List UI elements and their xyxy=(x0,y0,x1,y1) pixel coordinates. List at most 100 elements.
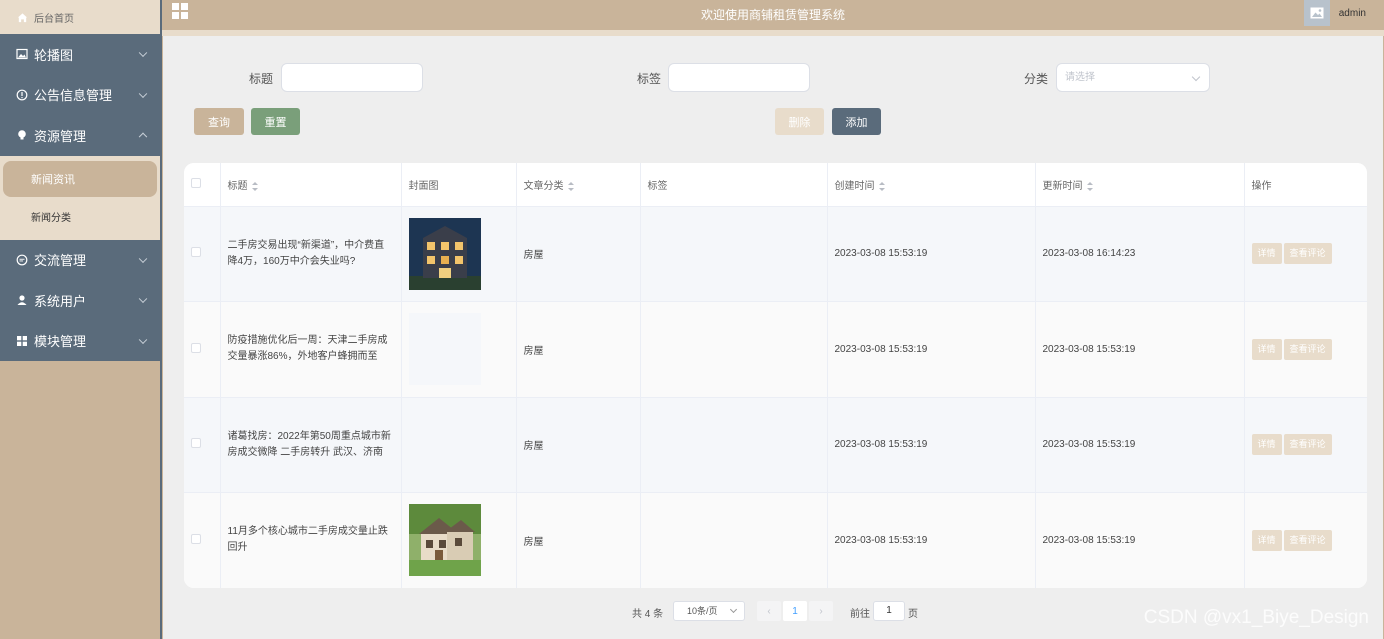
detail-button[interactable]: 详情 xyxy=(1251,434,1282,456)
row-cover xyxy=(401,397,517,493)
add-button[interactable]: 添加 xyxy=(832,108,881,135)
view-comments-button[interactable]: 查看评论 xyxy=(1283,529,1332,551)
next-page-button[interactable]: › xyxy=(809,601,833,621)
sidebar-item-notice[interactable]: 公告信息管理 xyxy=(0,75,160,116)
sidebar-item-news[interactable]: 新闻资讯 xyxy=(3,160,157,197)
row-actions: 详情 查看评论 xyxy=(1244,492,1367,588)
sidebar-item-label: 资源管理 xyxy=(34,128,87,144)
avatar[interactable] xyxy=(1304,0,1330,26)
row-title: 诸葛找房：2022年第50周重点城市新房成交微降 二手房转升 武汉、济南 xyxy=(220,397,402,493)
row-updated: 2023-03-08 15:53:19 xyxy=(1035,397,1245,493)
row-created: 2023-03-08 15:53:19 xyxy=(827,397,1036,493)
row-title: 防疫措施优化后一周：天津二手房成交量暴涨86%，外地客户蜂拥而至 xyxy=(220,301,402,398)
table-header: 标题 封面图 文章分类 标签 创建时间 更新时间 操作 xyxy=(184,163,1367,207)
sidebar-footer xyxy=(0,361,160,639)
main-content: 标题 标签 分类 请选择 查询 重置 删除 添加 标题 封面图 文章分类 标签 xyxy=(163,36,1383,639)
sidebar-item-label: 新闻分类 xyxy=(31,213,71,224)
detail-button[interactable]: 详情 xyxy=(1251,529,1282,551)
row-tag xyxy=(640,301,828,398)
row-checkbox[interactable] xyxy=(184,301,221,398)
sidebar-item-carousel[interactable]: 轮播图 xyxy=(0,34,160,75)
sidebar-item-label: 轮播图 xyxy=(34,47,74,63)
header-checkbox[interactable] xyxy=(184,163,221,207)
sidebar-submenu: 新闻资讯 新闻分类 xyxy=(0,155,160,240)
sidebar-menu-lower: 交流管理 系统用户 模块管理 xyxy=(0,239,160,362)
view-comments-button[interactable]: 查看评论 xyxy=(1283,338,1332,360)
goto-page-input[interactable]: 1 xyxy=(873,601,905,621)
sort-icon[interactable] xyxy=(878,181,885,191)
table-row: 防疫措施优化后一周：天津二手房成交量暴涨86%，外地客户蜂拥而至 房屋 2023… xyxy=(184,301,1367,398)
chevron-down-icon xyxy=(138,254,148,263)
delete-button[interactable]: 删除 xyxy=(775,108,824,135)
header-updated[interactable]: 更新时间 xyxy=(1035,163,1245,207)
row-created: 2023-03-08 15:53:19 xyxy=(827,492,1036,588)
row-tag xyxy=(640,206,828,302)
row-category: 房屋 xyxy=(516,206,641,302)
sidebar-item-label: 模块管理 xyxy=(34,334,87,350)
image-icon xyxy=(16,48,28,60)
row-updated: 2023-03-08 16:14:23 xyxy=(1035,206,1245,302)
reset-button[interactable]: 重置 xyxy=(251,108,300,135)
detail-button[interactable]: 详情 xyxy=(1251,243,1282,265)
view-comments-button[interactable]: 查看评论 xyxy=(1283,243,1332,265)
page-size-select[interactable]: 10条/页 xyxy=(673,601,745,621)
tag-label: 标签 xyxy=(637,72,662,86)
category-placeholder: 请选择 xyxy=(1065,72,1095,83)
row-actions: 详情 查看评论 xyxy=(1244,397,1367,493)
search-form: 标题 标签 分类 请选择 xyxy=(163,63,1383,93)
watermark: CSDN @vx1_Biye_Design xyxy=(1143,607,1369,628)
prev-page-button[interactable]: ‹ xyxy=(757,601,781,621)
sort-icon[interactable] xyxy=(567,181,574,191)
sort-icon[interactable] xyxy=(1086,181,1093,191)
table-row: 诸葛找房：2022年第50周重点城市新房成交微降 二手房转升 武汉、济南 房屋 … xyxy=(184,397,1367,493)
sidebar-item-label: 系统用户 xyxy=(34,293,87,309)
sidebar: 后台首页 轮播图 公告信息管理 资源管理 新闻资讯 新闻分类 交流管理 系统用户… xyxy=(0,0,162,639)
info-icon xyxy=(16,89,28,101)
sidebar-item-resource[interactable]: 资源管理 xyxy=(0,115,160,156)
row-tag xyxy=(640,397,828,493)
view-comments-button[interactable]: 查看评论 xyxy=(1283,434,1332,456)
row-checkbox[interactable] xyxy=(184,492,221,588)
goto-label: 前往 xyxy=(850,609,870,620)
query-button[interactable]: 查询 xyxy=(194,108,244,135)
page-title: 欢迎使用商铺租赁管理系统 xyxy=(700,8,845,22)
sidebar-item-news-category[interactable]: 新闻分类 xyxy=(3,198,157,235)
pagination-total: 共 4 条 xyxy=(632,609,664,620)
sidebar-item-exchange[interactable]: 交流管理 xyxy=(0,240,160,281)
row-updated: 2023-03-08 15:53:19 xyxy=(1035,301,1245,398)
sidebar-item-label: 新闻资讯 xyxy=(31,173,75,186)
sidebar-item-label: 交流管理 xyxy=(34,253,87,269)
sidebar-item-system-user[interactable]: 系统用户 xyxy=(0,280,160,321)
header-title[interactable]: 标题 xyxy=(220,163,402,207)
tag-input[interactable] xyxy=(668,63,810,92)
row-created: 2023-03-08 15:53:19 xyxy=(827,301,1036,398)
row-checkbox[interactable] xyxy=(184,397,221,493)
sidebar-item-module[interactable]: 模块管理 xyxy=(0,321,160,362)
row-actions: 详情 查看评论 xyxy=(1244,206,1367,302)
chevron-left-icon: ‹ xyxy=(767,605,771,617)
cover-placeholder xyxy=(408,408,481,481)
category-select[interactable]: 请选择 xyxy=(1056,63,1210,92)
sidebar-item-home[interactable]: 后台首页 xyxy=(0,0,160,34)
detail-button[interactable]: 详情 xyxy=(1251,338,1282,360)
row-category: 房屋 xyxy=(516,301,641,398)
user-name[interactable]: admin xyxy=(1339,8,1366,19)
row-tag xyxy=(640,492,828,588)
row-title: 二手房交易出现“新渠道”，中介费直降4万，160万中介会失业吗? xyxy=(220,206,402,302)
row-checkbox[interactable] xyxy=(184,206,221,302)
header-category[interactable]: 文章分类 xyxy=(516,163,641,207)
row-actions: 详情 查看评论 xyxy=(1244,301,1367,398)
chat-icon xyxy=(16,254,28,266)
row-category: 房屋 xyxy=(516,492,641,588)
page-number-current[interactable]: 1 xyxy=(783,601,807,621)
house-day-image xyxy=(408,504,481,577)
news-table: 标题 封面图 文章分类 标签 创建时间 更新时间 操作 二手房交易出现“新渠道”… xyxy=(184,163,1367,588)
row-cover xyxy=(401,301,517,398)
grid-icon xyxy=(16,335,28,347)
header-cover: 封面图 xyxy=(401,163,517,207)
header-created[interactable]: 创建时间 xyxy=(827,163,1036,207)
sort-icon[interactable] xyxy=(251,181,258,191)
page-suffix-label: 页 xyxy=(908,609,918,620)
chevron-down-icon xyxy=(1191,72,1201,82)
title-input[interactable] xyxy=(281,63,423,92)
